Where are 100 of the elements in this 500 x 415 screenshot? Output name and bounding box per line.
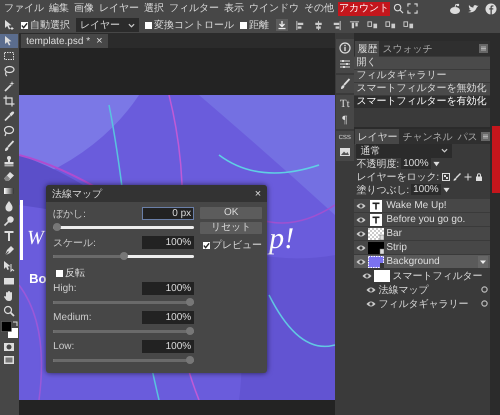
menu-item[interactable]: ファイル [3,2,45,16]
history-item[interactable]: フィルタギャラリー [354,70,490,82]
eye-icon[interactable] [356,244,366,252]
menu-item[interactable]: 表示 [223,2,245,16]
distribute-icon[interactable] [367,20,378,30]
move-lock-icon[interactable] [464,172,472,180]
brush-icon[interactable] [338,78,351,90]
distribute-icon[interactable] [385,20,396,30]
input-field[interactable]: 100% [142,340,194,353]
bird-icon[interactable] [467,2,479,14]
color-swatches-icon[interactable] [1,321,19,339]
align-icon[interactable] [295,20,306,30]
alien-head-icon[interactable] [449,2,461,14]
eye-icon[interactable] [356,230,366,238]
filter-mask-thumbnail [374,270,390,282]
panel-tab[interactable]: スウォッチ [380,40,434,56]
align-icon[interactable] [313,20,324,30]
menu-item[interactable]: 編集 [48,2,70,16]
input-field[interactable]: 100% [401,158,431,169]
move-tool-icon[interactable] [3,19,15,31]
slider-thumb[interactable] [186,327,194,335]
input-field[interactable]: 100% [411,184,441,195]
move-tool-icon[interactable] [0,34,18,48]
round-logo-icon[interactable] [485,2,497,14]
eye-icon[interactable] [356,258,366,266]
checkbox[interactable]: 距離 [240,18,269,32]
eye-icon[interactable] [362,272,372,280]
panel-tab[interactable]: パス [455,128,480,144]
history-item[interactable]: スマートフィルターを無効化 [354,83,490,95]
fullscreen-icon[interactable] [407,3,418,14]
checker-lock-icon[interactable] [442,172,450,180]
slider-thumb[interactable] [120,252,128,260]
panel-tab[interactable]: チャンネル [400,128,454,144]
menu-item[interactable]: その他 [303,2,335,16]
dock-button[interactable]: ¶ [342,114,348,126]
eye-icon[interactable] [366,286,376,294]
layer-row[interactable]: Wake Me Up! [354,199,490,212]
slider[interactable] [53,359,194,362]
checkbox[interactable]: 反転 [56,267,194,279]
layer-row[interactable]: Bar [354,227,490,240]
image-icon[interactable] [338,146,351,158]
layer-select[interactable]: レイヤー [76,18,139,32]
dialog-button[interactable]: OK [200,207,262,219]
lock-icon[interactable] [475,172,484,180]
dropdown-arrow-icon[interactable] [432,160,440,166]
align-icon[interactable] [349,20,360,30]
panel-menu-icon[interactable] [479,44,488,53]
field-label: Medium: [53,312,93,323]
distribute-icon[interactable] [403,20,414,30]
brush-lock-icon[interactable] [453,172,462,180]
download-icon[interactable] [276,19,288,31]
slider-thumb[interactable] [53,223,62,231]
sliders-icon[interactable] [338,58,351,70]
slider[interactable] [53,255,194,258]
dock-button[interactable]: Tt [340,98,350,110]
search-icon[interactable] [393,3,404,14]
slider[interactable] [53,301,194,304]
menu-item[interactable]: 選択 [143,2,165,16]
layer-row[interactable]: 法線マップ [364,283,490,296]
input-field[interactable]: 100% [142,236,194,249]
input-field[interactable]: 100% [142,282,194,295]
eye-icon[interactable] [366,300,376,308]
layer-row[interactable]: Before you go go. [354,213,490,226]
field-label: スケール: [53,236,97,250]
history-item[interactable]: スマートフィルターを有効化 [354,96,490,108]
checkerboard-thumbnail [368,228,384,240]
slider[interactable] [53,330,194,333]
checkbox[interactable]: 自動選択 [21,18,70,32]
caret-icon [441,148,448,153]
menu-item[interactable]: ウインドウ [248,2,300,16]
slider-thumb[interactable] [186,298,194,306]
checkbox[interactable]: 変換コントロール [145,18,234,32]
checkbox[interactable]: プレビュー [203,239,262,251]
slider-thumb[interactable] [186,356,194,364]
align-icon[interactable] [331,20,342,30]
field-label: レイヤーをロック: [356,170,440,184]
menu-item[interactable]: 画像 [73,2,95,16]
blend-mode-select[interactable]: 通常 [356,144,452,158]
eye-icon[interactable] [356,216,366,224]
input-field[interactable]: 0 px [142,207,194,220]
menu-item[interactable]: アカウント [338,2,390,16]
close-button[interactable]: × [254,188,262,200]
info-icon[interactable] [338,42,351,54]
dialog-button[interactable]: リセット [200,222,262,234]
panel-tab[interactable]: 履歴 [355,40,380,56]
slider[interactable] [53,226,194,229]
history-item[interactable]: 開く [354,57,490,69]
panel-tab[interactable]: レイヤー [355,128,400,144]
dropdown-arrow-icon[interactable] [442,186,450,192]
close-button[interactable]: × [96,35,103,47]
panel-menu-icon[interactable] [481,132,490,141]
document-tab[interactable]: template.psd * × [21,34,108,48]
input-field[interactable]: 100% [142,311,194,324]
menu-item[interactable]: レイヤー [98,2,140,16]
layer-row[interactable]: Background [354,255,490,268]
layer-row[interactable]: Strip [354,241,490,254]
menu-item[interactable]: フィルター [168,2,220,16]
eye-icon[interactable] [356,202,366,210]
fill-layer-thumbnail [368,242,384,254]
layer-row[interactable]: フィルタギャラリー [364,297,490,310]
